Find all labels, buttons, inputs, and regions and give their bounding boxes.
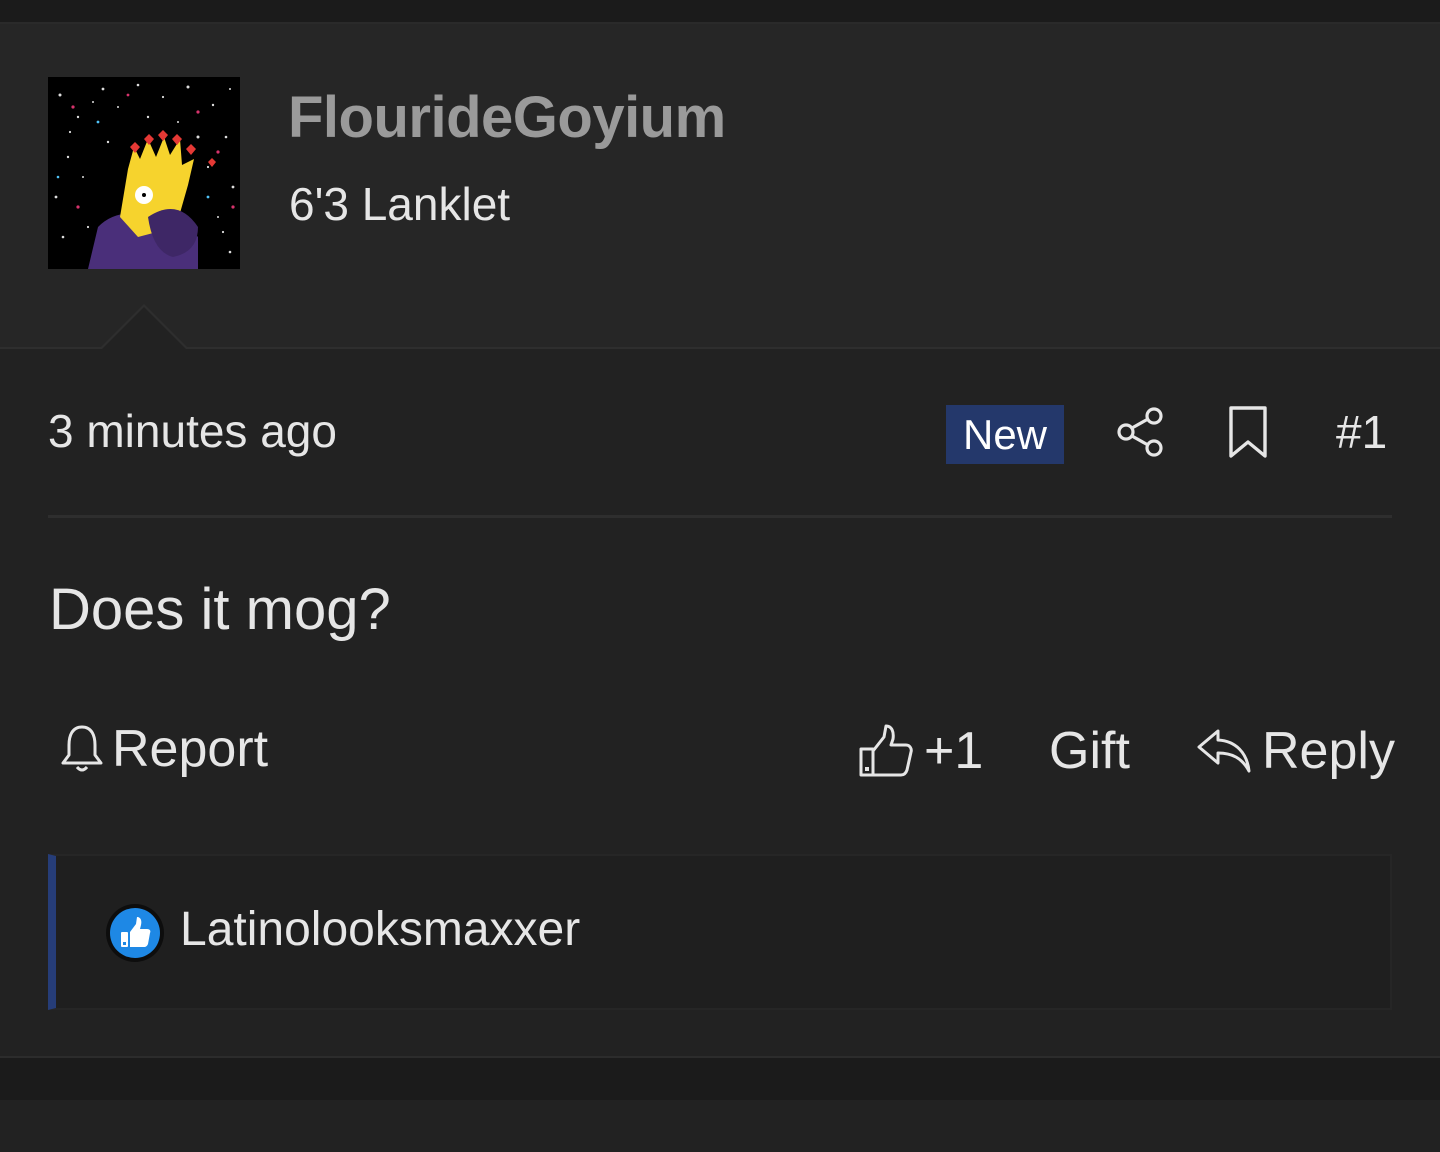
reply-button[interactable]: Reply [1196, 721, 1395, 781]
username[interactable]: FlourideGoyium [288, 84, 726, 151]
share-icon[interactable] [1114, 404, 1166, 460]
post-timestamp[interactable]: 3 minutes ago [48, 404, 337, 458]
post-number-link[interactable]: #1 [1336, 405, 1387, 459]
divider [48, 515, 1392, 518]
post-message: Does it mog? [49, 577, 391, 642]
report-button[interactable]: Report [58, 719, 268, 779]
post-container: FlourideGoyium 6'3 Lanklet 3 minutes ago… [0, 22, 1440, 1058]
page: FlourideGoyium 6'3 Lanklet 3 minutes ago… [0, 0, 1440, 1152]
reactions-bar[interactable]: Latinolooksmaxxer [48, 854, 1392, 1010]
user-header: FlourideGoyium 6'3 Lanklet [0, 24, 1440, 349]
reply-label: Reply [1262, 722, 1395, 780]
gift-label: Gift [1049, 722, 1130, 780]
like-button[interactable]: +1 [858, 721, 983, 781]
new-badge: New [946, 405, 1064, 464]
top-strip [0, 0, 1440, 22]
avatar-image [48, 77, 240, 269]
bookmark-icon[interactable] [1224, 405, 1272, 461]
user-title: 6'3 Lanklet [289, 178, 511, 230]
next-post-edge [0, 1100, 1440, 1152]
thumbs-up-reaction-icon [104, 902, 166, 964]
reaction-user-link[interactable]: Latinolooksmaxxer [180, 902, 580, 957]
reply-arrow-icon [1197, 729, 1251, 773]
report-label: Report [112, 720, 269, 778]
bell-icon [61, 725, 103, 772]
gift-button[interactable]: Gift [1049, 721, 1130, 781]
thumbs-up-icon [859, 724, 913, 777]
avatar[interactable] [48, 77, 240, 269]
like-count: +1 [924, 722, 984, 780]
header-pointer-fill [102, 307, 186, 349]
